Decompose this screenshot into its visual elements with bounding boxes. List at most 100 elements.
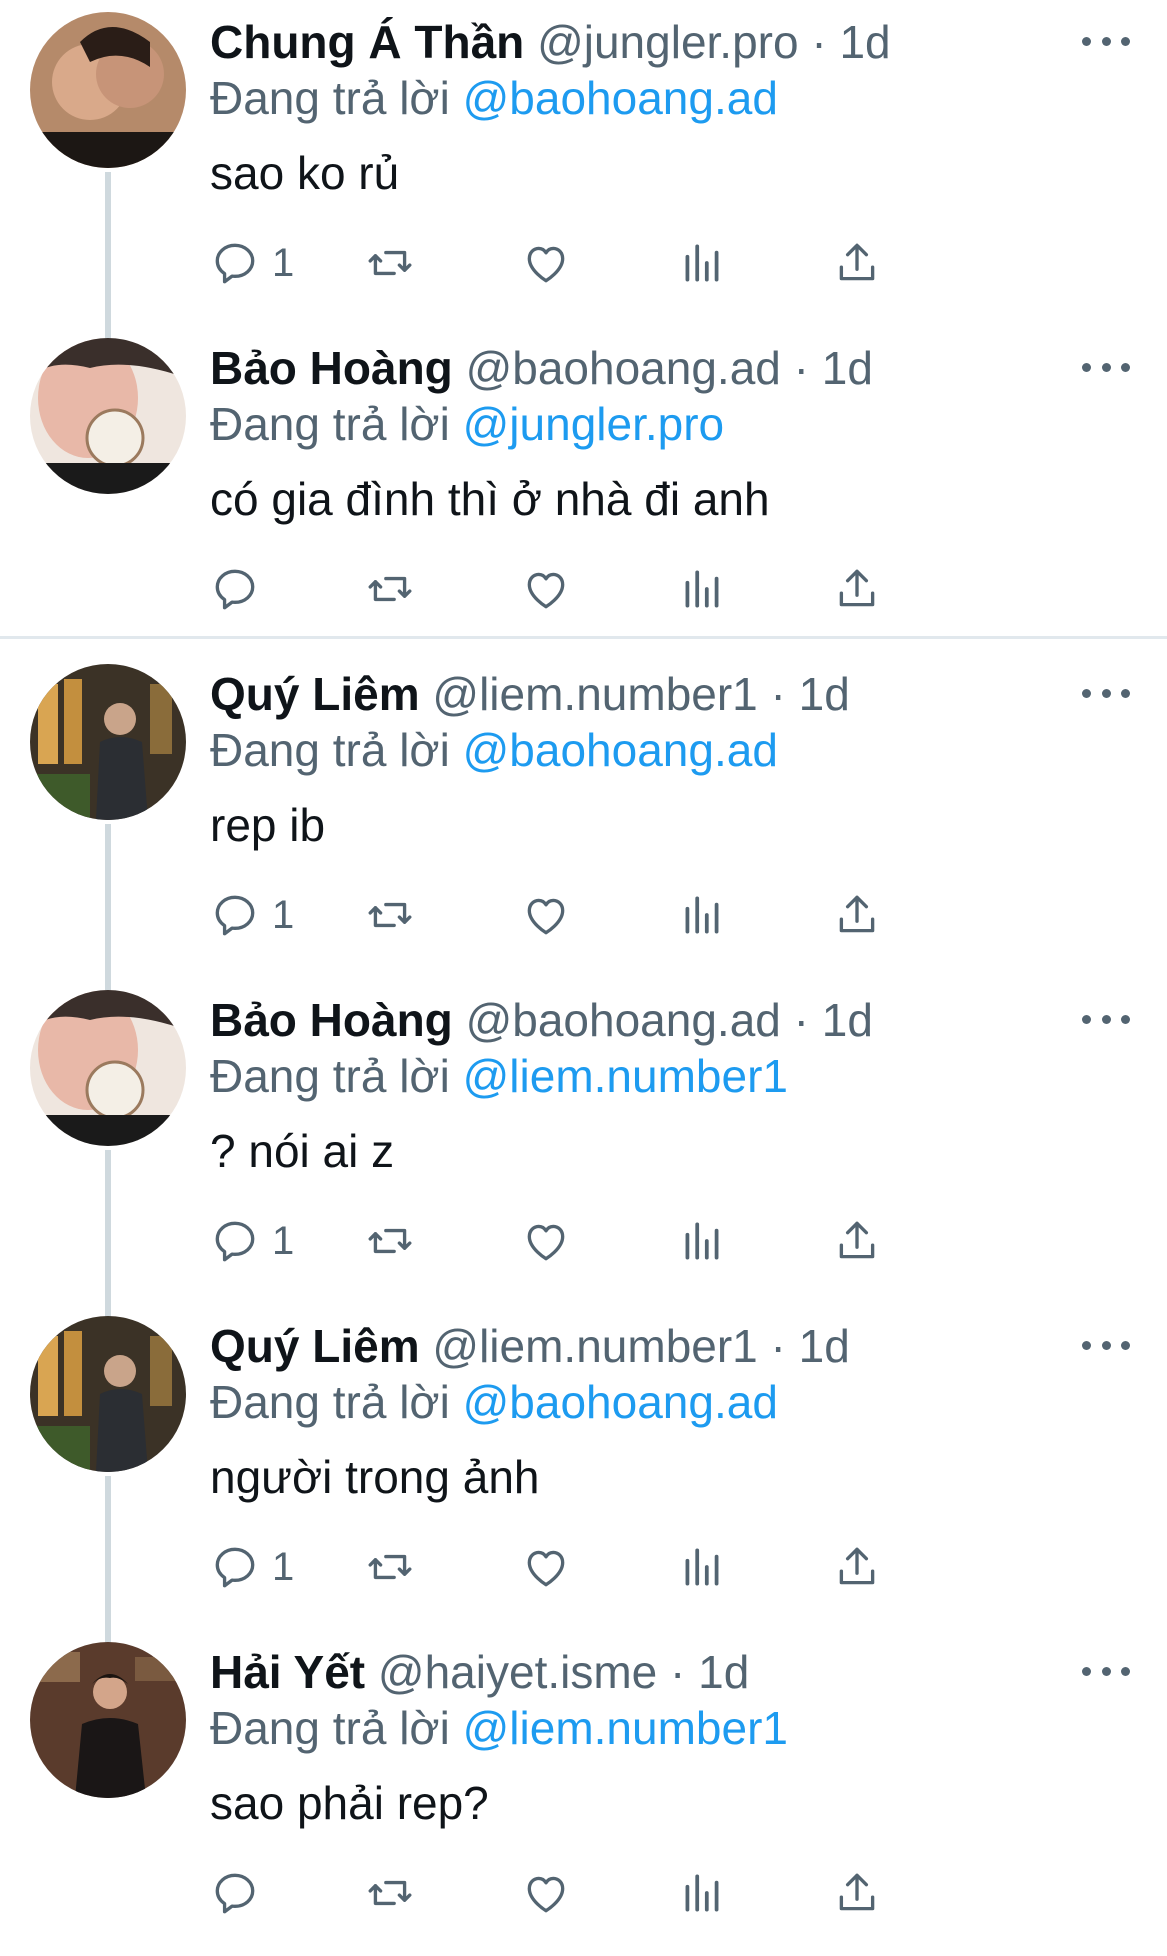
more-icon[interactable] — [1082, 1004, 1130, 1034]
share-icon — [839, 1547, 875, 1585]
display-name[interactable]: Bảo Hoàng — [210, 342, 453, 394]
more-icon[interactable] — [1082, 1330, 1130, 1360]
reply-count: 1 — [272, 240, 295, 285]
user-handle[interactable]: @jungler.pro — [537, 16, 799, 68]
tweet-header: Bảo Hoàng @baohoang.ad · 1d — [210, 340, 873, 396]
like-button[interactable] — [521, 888, 571, 942]
like-button[interactable] — [521, 1866, 571, 1920]
views-button[interactable] — [677, 562, 727, 616]
heart-icon — [527, 246, 565, 283]
timestamp[interactable]: 1d — [839, 16, 890, 68]
tweet[interactable]: Bảo Hoàng @baohoang.ad · 1d Đang trả lời… — [0, 978, 1167, 1320]
share-icon — [839, 895, 875, 933]
reply-button[interactable]: 1 — [210, 236, 294, 290]
retweet-button[interactable] — [365, 1540, 415, 1594]
retweet-icon — [368, 902, 412, 928]
user-handle[interactable]: @haiyet.isme — [378, 1646, 657, 1698]
replying-to-mention[interactable]: @liem.number1 — [463, 1702, 788, 1754]
timestamp[interactable]: 1d — [698, 1646, 749, 1698]
timestamp[interactable]: 1d — [799, 668, 850, 720]
retweet-button[interactable] — [365, 1866, 415, 1920]
user-handle[interactable]: @baohoang.ad — [466, 994, 781, 1046]
more-icon[interactable] — [1082, 1656, 1130, 1686]
avatar[interactable] — [30, 338, 186, 494]
like-button[interactable] — [521, 562, 571, 616]
retweet-button[interactable] — [365, 1214, 415, 1268]
replying-to-mention[interactable]: @baohoang.ad — [463, 1376, 778, 1428]
display-name[interactable]: Quý Liêm — [210, 1320, 420, 1372]
reply-button[interactable] — [210, 1866, 272, 1920]
more-icon[interactable] — [1082, 678, 1130, 708]
share-button[interactable] — [832, 888, 882, 942]
share-button[interactable] — [832, 1540, 882, 1594]
tweet-text: người trong ảnh — [210, 1451, 540, 1503]
tweet[interactable]: Hải Yết @haiyet.isme · 1d Đang trả lời @… — [0, 1630, 1167, 1956]
timestamp[interactable]: 1d — [822, 994, 873, 1046]
display-name[interactable]: Bảo Hoàng — [210, 994, 453, 1046]
reply-icon — [215, 1873, 255, 1914]
separator-dot: · — [793, 342, 809, 394]
like-button[interactable] — [521, 1214, 571, 1268]
reply-button[interactable] — [210, 562, 272, 616]
user-handle[interactable]: @liem.number1 — [432, 1320, 757, 1372]
tweet[interactable]: Bảo Hoàng @baohoang.ad · 1d Đang trả lời… — [0, 326, 1167, 652]
retweet-button[interactable] — [365, 562, 415, 616]
more-icon[interactable] — [1082, 26, 1130, 56]
avatar-image — [30, 338, 186, 494]
display-name[interactable]: Quý Liêm — [210, 668, 420, 720]
avatar[interactable] — [30, 990, 186, 1146]
more-icon[interactable] — [1082, 352, 1130, 382]
timestamp[interactable]: 1d — [822, 342, 873, 394]
replying-to-mention[interactable]: @baohoang.ad — [463, 724, 778, 776]
replying-to: Đang trả lời @baohoang.ad — [210, 722, 778, 778]
replying-to-label: Đang trả lời — [210, 1376, 450, 1428]
retweet-button[interactable] — [365, 236, 415, 290]
share-icon — [839, 1873, 875, 1911]
share-button[interactable] — [832, 562, 882, 616]
tweet[interactable]: Quý Liêm @liem.number1 · 1d Đang trả lời… — [0, 1304, 1167, 1646]
user-handle[interactable]: @baohoang.ad — [466, 342, 781, 394]
tweet[interactable]: Chung Á Thần @jungler.pro · 1d Đang trả … — [0, 0, 1167, 342]
timestamp[interactable]: 1d — [799, 1320, 850, 1372]
user-handle[interactable]: @liem.number1 — [432, 668, 757, 720]
reply-count: 1 — [272, 1544, 295, 1589]
action-bar — [210, 562, 1050, 616]
action-bar: 1 — [210, 236, 1050, 290]
replying-to-mention[interactable]: @jungler.pro — [463, 398, 725, 450]
views-button[interactable] — [677, 888, 727, 942]
action-bar — [210, 1866, 1050, 1920]
display-name[interactable]: Chung Á Thần — [210, 16, 524, 68]
avatar[interactable] — [30, 1316, 186, 1472]
retweet-button[interactable] — [365, 888, 415, 942]
tweet-header: Bảo Hoàng @baohoang.ad · 1d — [210, 992, 873, 1048]
share-button[interactable] — [832, 1214, 882, 1268]
reply-button[interactable]: 1 — [210, 888, 294, 942]
reply-icon — [215, 243, 255, 284]
retweet-icon — [368, 1880, 412, 1906]
views-button[interactable] — [677, 1214, 727, 1268]
reply-button[interactable]: 1 — [210, 1214, 294, 1268]
views-button[interactable] — [677, 236, 727, 290]
reply-icon — [215, 1547, 255, 1588]
tweet[interactable]: Quý Liêm @liem.number1 · 1d Đang trả lời… — [0, 652, 1167, 994]
action-bar: 1 — [210, 1540, 1050, 1594]
like-button[interactable] — [521, 1540, 571, 1594]
share-button[interactable] — [832, 236, 882, 290]
like-button[interactable] — [521, 236, 571, 290]
replying-to-mention[interactable]: @liem.number1 — [463, 1050, 788, 1102]
thread-divider — [0, 636, 1167, 639]
views-button[interactable] — [677, 1540, 727, 1594]
share-button[interactable] — [832, 1866, 882, 1920]
avatar[interactable] — [30, 12, 186, 168]
views-button[interactable] — [677, 1866, 727, 1920]
reply-icon — [215, 1221, 255, 1262]
replying-to-label: Đang trả lời — [210, 1050, 450, 1102]
display-name[interactable]: Hải Yết — [210, 1646, 365, 1698]
replying-to-mention[interactable]: @baohoang.ad — [463, 72, 778, 124]
avatar[interactable] — [30, 664, 186, 820]
replying-to-label: Đang trả lời — [210, 72, 450, 124]
replying-to: Đang trả lời @liem.number1 — [210, 1048, 788, 1104]
reply-button[interactable]: 1 — [210, 1540, 294, 1594]
heart-icon — [527, 898, 565, 935]
avatar[interactable] — [30, 1642, 186, 1798]
